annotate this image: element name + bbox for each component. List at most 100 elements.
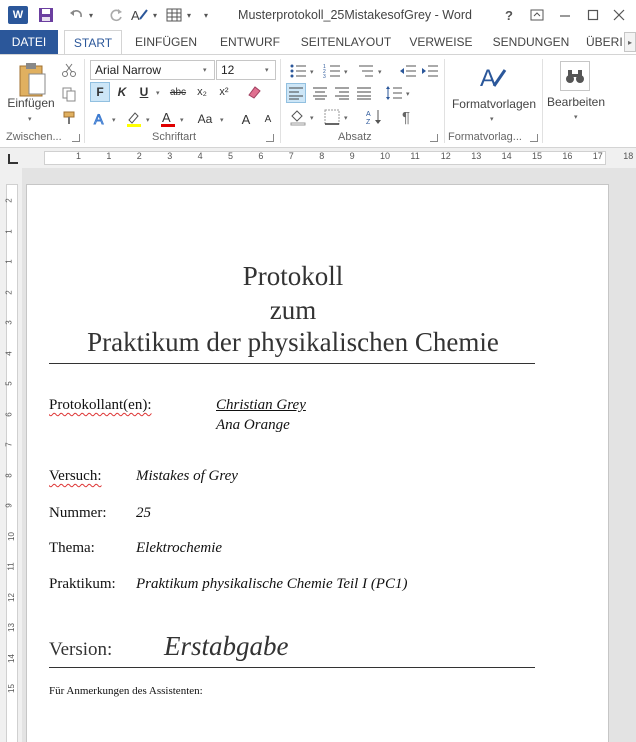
shrink-font-button[interactable]: A (258, 109, 278, 129)
styles-label[interactable]: Formatvorlagen (448, 97, 540, 111)
clipboard-icon (19, 63, 46, 97)
tab-mailings[interactable]: SENDUNGEN (488, 30, 574, 54)
minimize-button[interactable] (552, 4, 578, 26)
strikethrough-button[interactable]: abc (168, 82, 188, 102)
sort-button[interactable]: AZ (364, 107, 384, 127)
paste-label[interactable]: Einfügen (4, 96, 58, 110)
superscript-button[interactable]: x² (214, 82, 234, 102)
align-left-button[interactable] (286, 83, 306, 103)
ribbon-options-button[interactable] (524, 4, 550, 26)
align-right-button[interactable] (332, 83, 352, 103)
copy-button[interactable] (60, 85, 78, 103)
font-name-field[interactable]: Arial Narrow (90, 60, 215, 80)
line-spacing-icon (386, 86, 402, 100)
change-case-dropdown[interactable]: ▾ (220, 116, 224, 124)
numbering-button[interactable]: 123 (322, 61, 342, 81)
paint-bucket-icon (290, 110, 306, 126)
align-center-button[interactable] (310, 83, 330, 103)
font-color-dropdown[interactable]: ▾ (180, 116, 184, 124)
ribbon-scroll-right-button[interactable]: ▸ (624, 32, 636, 52)
format-painter-button[interactable] (60, 109, 78, 127)
format-button[interactable]: A (130, 5, 150, 25)
thema-label: Thema: (49, 540, 95, 556)
editing-dropdown[interactable]: ▾ (574, 113, 578, 121)
vertical-ruler-number: 11 (6, 562, 16, 571)
ruler-number: 9 (349, 151, 355, 161)
shading-dropdown[interactable]: ▾ (310, 114, 314, 122)
justify-button[interactable] (354, 83, 374, 103)
ribbon-display-icon (530, 9, 544, 21)
italic-button[interactable]: K (112, 82, 132, 102)
paste-dropdown[interactable]: ▾ (28, 115, 32, 123)
ruler-track[interactable] (44, 151, 606, 165)
tab-design[interactable]: ENTWURF (214, 30, 286, 54)
clear-formatting-button[interactable] (244, 82, 264, 102)
subscript-button[interactable]: x₂ (192, 82, 212, 102)
bullets-dropdown[interactable]: ▾ (310, 68, 314, 76)
ruler-number: 1 (106, 151, 112, 161)
paragraph-group-label: Absatz (338, 131, 372, 143)
bold-button[interactable]: F (90, 82, 110, 102)
horizontal-ruler[interactable]: 1 1 2 3 4 5 6 7 8 9 10 11 12 13 14 15 16 17 18 (0, 148, 636, 168)
font-name-dropdown[interactable]: ▾ (203, 66, 207, 74)
vertical-ruler[interactable]: 2 1 1 2 3 4 5 6 7 8 9 10 11 12 13 14 15 (0, 168, 22, 742)
borders-button[interactable] (322, 107, 342, 127)
tab-file[interactable]: DATEI (0, 30, 58, 54)
customize-quick-access-button[interactable]: ▾ (200, 5, 212, 25)
change-case-button[interactable]: Aa (192, 109, 218, 129)
close-button[interactable] (606, 4, 632, 26)
maximize-icon (587, 9, 599, 21)
group-divider (84, 59, 85, 143)
document-page[interactable]: Protokoll zum Praktikum der physikalisch… (26, 184, 609, 742)
line-spacing-dropdown[interactable]: ▾ (406, 90, 410, 98)
increase-indent-button[interactable] (420, 61, 440, 81)
multilevel-list-button[interactable] (356, 61, 376, 81)
tab-start[interactable]: START (64, 30, 122, 55)
help-button[interactable]: ? (496, 4, 522, 26)
undo-dropdown[interactable]: ▾ (86, 5, 96, 25)
font-dialog-launcher[interactable] (266, 134, 274, 142)
tab-selector-icon[interactable] (8, 154, 18, 164)
font-color-button[interactable]: A (158, 109, 178, 129)
svg-text:A: A (162, 110, 171, 125)
maximize-button[interactable] (580, 4, 606, 26)
highlight-dropdown[interactable]: ▾ (146, 116, 150, 124)
styles-dropdown[interactable]: ▾ (490, 115, 494, 123)
underline-button[interactable]: U (134, 82, 154, 102)
borders-dropdown[interactable]: ▾ (344, 114, 348, 122)
font-size-dropdown[interactable]: ▾ (265, 66, 269, 74)
highlight-button[interactable] (124, 109, 144, 129)
clipboard-dialog-launcher[interactable] (72, 134, 80, 142)
format-dropdown[interactable]: ▾ (150, 5, 160, 25)
save-button[interactable] (36, 5, 56, 25)
table-dropdown[interactable]: ▾ (184, 5, 194, 25)
paste-button[interactable] (16, 61, 48, 99)
text-effects-dropdown[interactable]: ▾ (112, 116, 116, 124)
grow-font-button[interactable]: A (236, 109, 256, 129)
table-button[interactable] (164, 5, 184, 25)
redo-button[interactable] (106, 5, 126, 25)
line-spacing-button[interactable] (384, 83, 404, 103)
title-rule (49, 363, 535, 364)
styles-button[interactable]: A (474, 61, 510, 95)
undo-button[interactable] (66, 5, 86, 25)
cut-button[interactable] (60, 61, 78, 79)
decrease-indent-button[interactable] (398, 61, 418, 81)
styles-dialog-launcher[interactable] (530, 134, 538, 142)
paragraph-dialog-launcher[interactable] (430, 134, 438, 142)
tab-insert[interactable]: EINFÜGEN (130, 30, 202, 54)
underline-dropdown[interactable]: ▾ (156, 89, 160, 97)
word-app-icon[interactable]: W (8, 6, 28, 24)
tab-references[interactable]: VERWEISE (406, 30, 476, 54)
editing-label[interactable]: Bearbeiten (544, 95, 608, 109)
editing-button[interactable] (560, 61, 590, 91)
shading-button[interactable] (288, 107, 308, 127)
multilevel-dropdown[interactable]: ▾ (378, 68, 382, 76)
bullets-button[interactable] (288, 61, 308, 81)
text-effects-button[interactable]: A (90, 109, 110, 129)
numbering-dropdown[interactable]: ▾ (344, 68, 348, 76)
show-formatting-button[interactable]: ¶ (396, 107, 416, 127)
font-group-label: Schriftart (152, 131, 197, 143)
eraser-icon (248, 86, 261, 99)
tab-page-layout[interactable]: SEITENLAYOUT (296, 30, 396, 54)
